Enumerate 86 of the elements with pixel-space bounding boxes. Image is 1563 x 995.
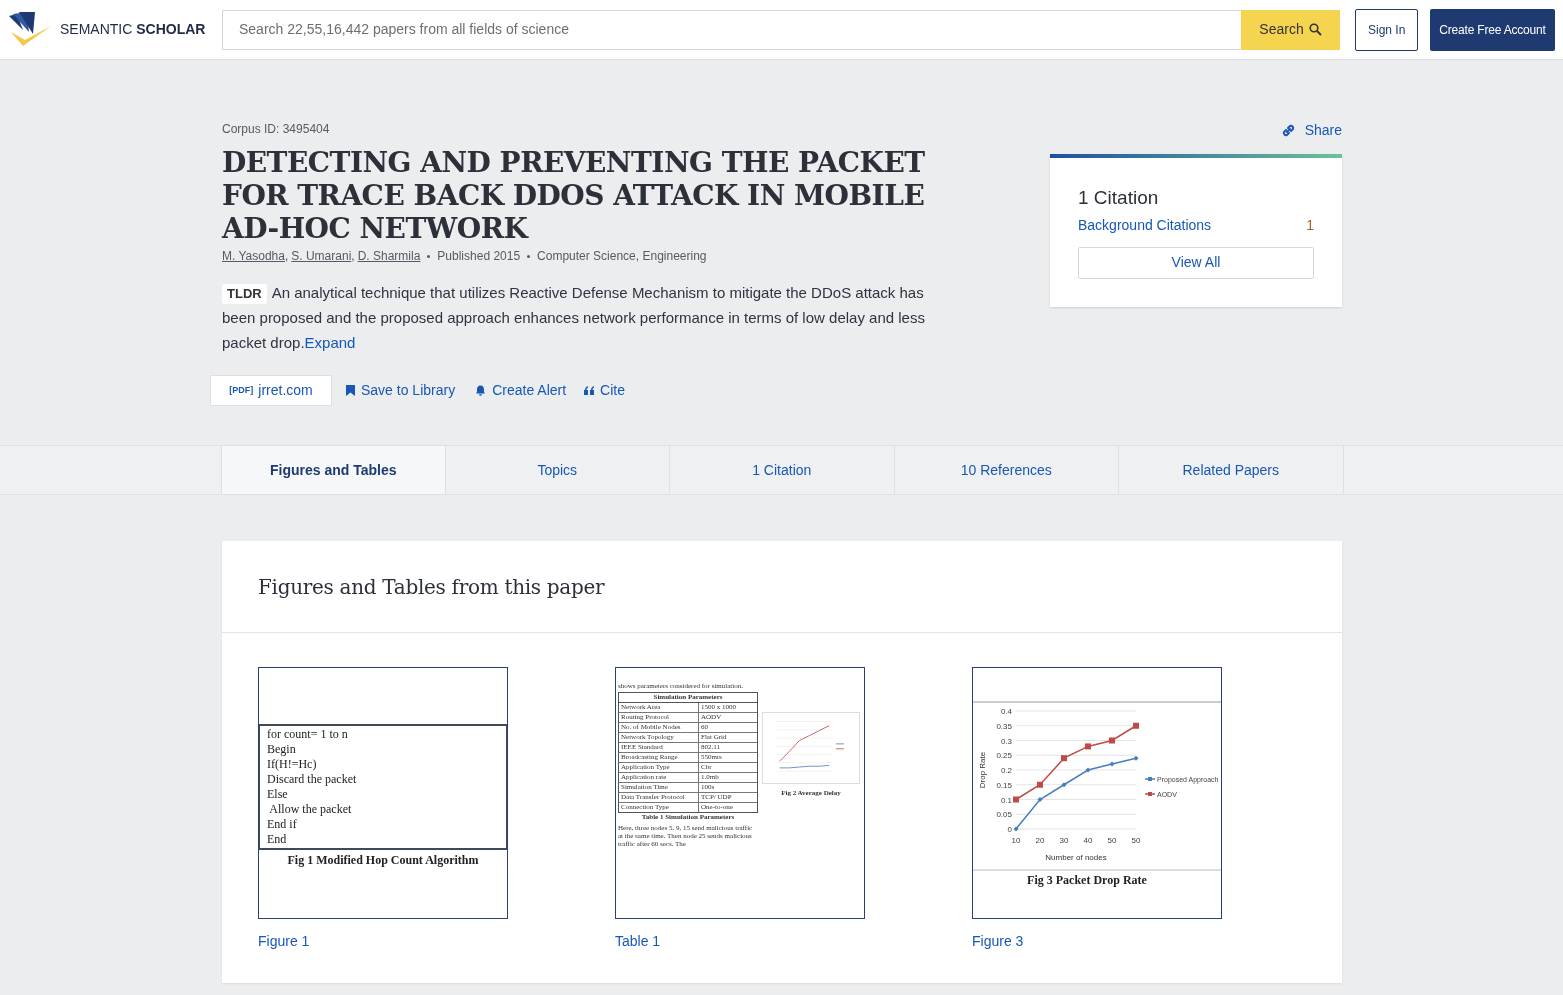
data-point	[1133, 755, 1139, 761]
tldr-summary: TLDR An analytical technique that utilizes Reactive Defense Mechanism to mitigate the DDoS attack has been proposed and the proposed approach enhances network performance in terms of low delay and less packet drop.Expand	[222, 283, 926, 353]
cite-link[interactable]: Cite	[584, 380, 625, 401]
y-tick-label: 0.1	[1000, 795, 1012, 805]
paper-title: DETECTING AND PREVENTING THE PACKET FOR TRACE BACK DDOS ATTACK IN MOBILE AD-HOC NETWORK	[222, 146, 926, 245]
data-point	[1109, 761, 1115, 767]
section-tab[interactable]: Figures and Tables	[221, 446, 446, 494]
x-tick-label: 30	[1059, 836, 1069, 845]
algorithm-line: If(H!=Hc)	[267, 757, 318, 772]
algorithm-line: Allow the packet	[268, 802, 353, 817]
data-point	[1013, 826, 1019, 832]
citation-type-count: 1	[1306, 215, 1314, 235]
author-link[interactable]: D. Sharmila	[357, 247, 421, 265]
create-alert-link[interactable]: Create Alert	[475, 380, 567, 401]
data-point	[1037, 781, 1043, 788]
pdf-source: jrret.com	[258, 381, 313, 400]
data-point	[1013, 796, 1019, 803]
share-link[interactable]: Share	[1280, 120, 1342, 141]
y-tick-label: 0.3	[1000, 736, 1012, 746]
algorithm-line: Begin	[267, 742, 297, 757]
algorithm-line: End	[267, 832, 288, 847]
bell-icon	[475, 385, 487, 396]
y-axis-label: Drop Rate	[978, 751, 987, 789]
author-separator: ,	[284, 248, 289, 265]
tldr-badge: TLDR	[222, 284, 267, 304]
data-point	[1061, 755, 1067, 762]
author-link[interactable]: M. Yasodha	[222, 247, 285, 265]
bullet-icon	[427, 254, 431, 258]
section-tab[interactable]: Related Papers	[1119, 446, 1344, 494]
publication-date: Published 2015	[437, 248, 521, 265]
algorithm-line: for count= 1 to n	[267, 727, 349, 742]
citation-count-title: 1 Citation	[1078, 186, 1160, 210]
search-button[interactable]: Search	[1241, 9, 1340, 50]
section-heading: Figures and Tables from this paper	[258, 573, 605, 601]
figure-caption: Fig 1 Modified Hop Count Algorithm	[287, 852, 479, 869]
legend-marker-icon	[1144, 777, 1156, 781]
expand-link[interactable]: Expand	[304, 334, 356, 351]
data-point	[1133, 722, 1139, 729]
y-tick-label: 0.2	[1000, 766, 1012, 775]
quote-icon	[584, 386, 596, 395]
save-to-library-link[interactable]: Save to Library	[346, 380, 456, 401]
figure-link[interactable]: Figure 3	[972, 931, 1222, 952]
x-axis-label: Number of nodes	[1045, 853, 1107, 862]
x-tick-label: 20	[1035, 836, 1045, 845]
y-tick-label: 0.4	[1000, 707, 1012, 716]
view-all-button[interactable]: View All	[1078, 246, 1314, 279]
author-separator: ,	[351, 248, 355, 265]
figure-thumbnail[interactable]	[615, 667, 865, 919]
citation-type-link[interactable]: Background Citations	[1078, 214, 1212, 236]
x-tick-label: 40	[1083, 836, 1093, 845]
y-tick-label: 0.15	[996, 780, 1012, 790]
algorithm-line: Discard the packet	[267, 772, 358, 787]
x-tick-label: 50	[1107, 836, 1117, 845]
search-field[interactable]: Search 22,55,16,442 papers from all fields of science	[222, 9, 1241, 50]
section-tab[interactable]: 1 Citation	[670, 446, 895, 494]
y-tick-label: 0.25	[996, 751, 1012, 761]
figure-thumbnail[interactable]: for count= 1 to n Begin If(H!=Hc) Discard the packet Else Allow the packet End if End Fig 1 Modified Hop Count Algorithm	[258, 667, 508, 919]
search-icon	[1308, 23, 1322, 36]
data-point	[1037, 797, 1043, 802]
y-tick-label: 0.35	[996, 721, 1012, 731]
y-tick-label: 0.05	[996, 810, 1012, 820]
y-tick-label: 0	[1007, 825, 1012, 834]
x-tick-label: 50	[1131, 836, 1141, 845]
figure-caption: Fig 3 Packet Drop Rate	[1027, 873, 1147, 887]
algorithm-line: Else	[267, 787, 289, 802]
x-tick-label: 10	[1011, 836, 1021, 845]
pdf-tag: [PDF]	[229, 383, 254, 398]
data-point	[1061, 782, 1067, 788]
sign-in-button[interactable]: Sign In	[1355, 8, 1419, 51]
fields-of-study: Computer Science, Engineering	[537, 248, 707, 265]
data-point	[1085, 767, 1091, 773]
legend-marker-icon	[1144, 792, 1156, 796]
data-point	[1109, 737, 1115, 744]
data-point	[1085, 743, 1091, 750]
section-tab[interactable]: 10 References	[894, 446, 1119, 494]
figure-link[interactable]: Figure 1	[258, 931, 508, 952]
link-icon	[1280, 123, 1296, 138]
bullet-icon	[527, 254, 531, 258]
pdf-link[interactable]: [PDF] jrret.com	[210, 375, 332, 406]
section-tab[interactable]: Topics	[445, 446, 670, 494]
brand-name[interactable]: SEMANTIC SCHOLAR	[60, 19, 206, 40]
algorithm-line: End if	[267, 817, 298, 832]
create-account-button[interactable]: Create Free Account	[1430, 8, 1555, 51]
figure-link[interactable]: Table 1	[615, 931, 865, 952]
bookmark-icon	[346, 385, 355, 396]
corpus-id: Corpus ID: 3495404	[222, 121, 331, 138]
